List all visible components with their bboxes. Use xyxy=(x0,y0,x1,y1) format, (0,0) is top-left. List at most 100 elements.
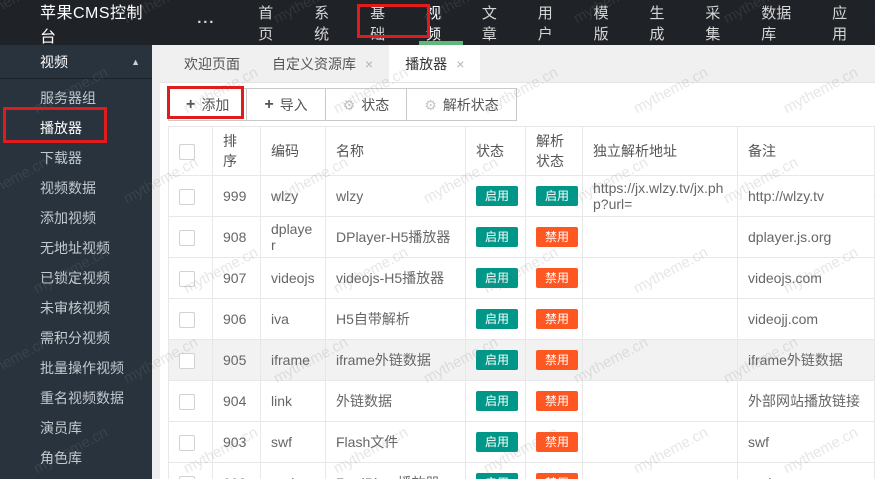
cell-code: iva xyxy=(260,298,326,340)
tab-1[interactable]: 自定义资源库 × xyxy=(256,45,389,82)
status-badge[interactable]: 启用 xyxy=(476,349,519,371)
cell-name: DPlayer-H5播放器 xyxy=(325,216,466,258)
page: 苹果CMS控制台 ··· 首页 系统 基础 视频 文章 用户 模版 生成 采集 数据库 应用 视频 … xyxy=(0,0,875,479)
cell-parse-url xyxy=(582,462,738,479)
cell-code: swf xyxy=(260,421,326,463)
cell-sort: 999 xyxy=(212,175,261,217)
cell-status: 启用 xyxy=(465,339,526,381)
toolbar-button-2[interactable]: ⚙ 状态 xyxy=(324,88,408,121)
cell-code: videojs xyxy=(260,257,326,299)
tabbar: 欢迎页面 自定义资源库 × 播放器 × xyxy=(160,45,875,83)
parse-status-badge[interactable]: 禁用 xyxy=(536,226,579,248)
row-checkbox[interactable] xyxy=(179,393,195,410)
sidebar-item-10[interactable]: 重名视频数据 xyxy=(0,383,160,413)
top-nav-item-10[interactable]: 应用 xyxy=(819,0,875,45)
cell-status: 启用 xyxy=(465,257,526,299)
sidebar-item-11[interactable]: 演员库 xyxy=(0,413,160,443)
status-badge[interactable]: 启用 xyxy=(476,472,519,479)
cell-status: 启用 xyxy=(465,421,526,463)
sidebar-item-7[interactable]: 未审核视频 xyxy=(0,293,160,323)
cell-checkbox xyxy=(168,339,213,381)
toolbar-button-label: 添加 xyxy=(201,96,230,113)
top-nav-item-9[interactable]: 数据库 xyxy=(748,0,819,45)
cell-note: videojj.com xyxy=(737,298,875,340)
status-badge[interactable]: 启用 xyxy=(476,226,519,248)
parse-status-badge[interactable]: 禁用 xyxy=(536,349,579,371)
parse-status-badge[interactable]: 禁用 xyxy=(536,472,579,479)
parse-status-badge[interactable]: 禁用 xyxy=(536,308,579,330)
sidebar-item-2[interactable]: 下载器 xyxy=(0,143,160,173)
column-header-5: 独立解析地址 xyxy=(582,126,738,176)
top-nav-item-7[interactable]: 生成 xyxy=(637,0,693,45)
gear-icon: ⚙ xyxy=(424,96,437,113)
top-nav-item-6[interactable]: 模版 xyxy=(581,0,637,45)
row-checkbox[interactable] xyxy=(179,434,195,451)
top-nav-item-4[interactable]: 文章 xyxy=(469,0,525,45)
sidebar-item-12[interactable]: 角色库 xyxy=(0,443,160,473)
cell-name: iframe外链数据 xyxy=(325,339,466,381)
status-badge[interactable]: 启用 xyxy=(476,431,519,453)
toolbar-button-0[interactable]: + 添加 xyxy=(168,88,248,121)
sidebar-item-9[interactable]: 批量操作视频 xyxy=(0,353,160,383)
toolbar-button-3[interactable]: ⚙ 解析状态 xyxy=(406,88,517,121)
column-header-3: 状态 xyxy=(465,126,526,176)
table-row: 908 dplayer DPlayer-H5播放器 启用 禁用 dplayer.js.or… xyxy=(168,216,875,258)
status-badge[interactable]: 启用 xyxy=(476,308,519,330)
cell-parse-status: 禁用 xyxy=(525,380,583,422)
sidebar-scrollbar[interactable] xyxy=(152,45,160,479)
toolbar-button-1[interactable]: + 导入 xyxy=(246,88,326,121)
cell-status: 启用 xyxy=(465,216,526,258)
cell-sort: 907 xyxy=(212,257,261,299)
row-checkbox[interactable] xyxy=(179,475,195,479)
status-badge[interactable]: 启用 xyxy=(476,185,519,207)
parse-status-badge[interactable]: 启用 xyxy=(536,185,579,207)
cell-code: dplayer xyxy=(260,216,326,258)
select-all-checkbox[interactable] xyxy=(179,143,195,160)
top-nav-item-3[interactable]: 视频 xyxy=(413,0,469,45)
parse-status-badge[interactable]: 禁用 xyxy=(536,390,579,412)
row-checkbox[interactable] xyxy=(179,229,195,246)
top-nav-item-5[interactable]: 用户 xyxy=(525,0,581,45)
status-badge[interactable]: 启用 xyxy=(476,390,519,412)
row-checkbox[interactable] xyxy=(179,352,195,369)
top-nav-item-2[interactable]: 基础 xyxy=(357,0,413,45)
cell-code: link xyxy=(260,380,326,422)
cell-parse-url xyxy=(582,421,738,463)
tab-0[interactable]: 欢迎页面 xyxy=(168,45,256,82)
cell-parse-status: 禁用 xyxy=(525,462,583,479)
top-nav-item-0[interactable]: 首页 xyxy=(245,0,301,45)
cell-parse-status: 禁用 xyxy=(525,257,583,299)
cell-parse-url: https://jx.wlzy.tv/jx.php?url= xyxy=(582,175,738,217)
sidebar-item-1[interactable]: 播放器 xyxy=(0,113,160,143)
cell-parse-url xyxy=(582,339,738,381)
row-checkbox[interactable] xyxy=(179,188,195,205)
sidebar-item-4[interactable]: 添加视频 xyxy=(0,203,160,233)
parse-status-badge[interactable]: 禁用 xyxy=(536,267,579,289)
plus-icon: + xyxy=(186,95,196,113)
row-checkbox[interactable] xyxy=(179,311,195,328)
tab-close-icon[interactable]: × xyxy=(365,56,373,72)
sidebar-item-5[interactable]: 无地址视频 xyxy=(0,233,160,263)
sidebar-item-0[interactable]: 服务器组 xyxy=(0,83,160,113)
sidebar-item-3[interactable]: 视频数据 xyxy=(0,173,160,203)
cell-parse-status: 禁用 xyxy=(525,216,583,258)
sidebar-group-video[interactable]: 视频 ▲ xyxy=(0,45,160,79)
cell-status: 启用 xyxy=(465,175,526,217)
cell-parse-url xyxy=(582,380,738,422)
parse-status-badge[interactable]: 禁用 xyxy=(536,431,579,453)
tab-2[interactable]: 播放器 × xyxy=(389,45,481,82)
sidebar-item-8[interactable]: 需积分视频 xyxy=(0,323,160,353)
status-badge[interactable]: 启用 xyxy=(476,267,519,289)
tab-close-icon[interactable]: × xyxy=(456,56,464,72)
cell-parse-status: 禁用 xyxy=(525,339,583,381)
column-header-6: 备注 xyxy=(737,126,875,176)
menu-dots-icon[interactable]: ··· xyxy=(197,14,215,31)
cell-checkbox xyxy=(168,421,213,463)
top-nav-item-8[interactable]: 采集 xyxy=(692,0,748,45)
table-row: 905 iframe iframe外链数据 启用 禁用 iframe外链数据 xyxy=(168,339,875,381)
cell-checkbox xyxy=(168,175,213,217)
sidebar-item-6[interactable]: 已锁定视频 xyxy=(0,263,160,293)
row-checkbox[interactable] xyxy=(179,270,195,287)
top-nav-item-1[interactable]: 系统 xyxy=(301,0,357,45)
cell-checkbox xyxy=(168,380,213,422)
